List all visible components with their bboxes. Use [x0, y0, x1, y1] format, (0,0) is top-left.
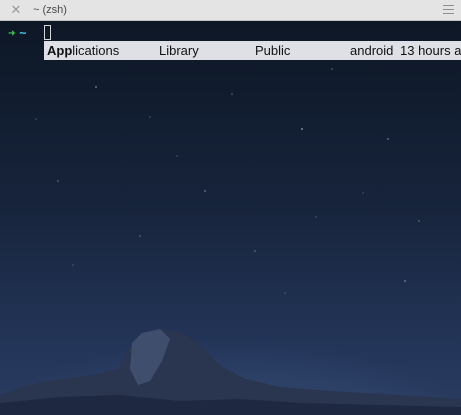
text-cursor: [44, 25, 51, 40]
tab-title[interactable]: ~ (zsh): [33, 4, 67, 17]
completion-trailing-text: 13 hours a: [400, 43, 461, 58]
prompt-directory: ~: [19, 26, 27, 40]
completion-item-public[interactable]: Public: [255, 41, 290, 60]
prompt-arrow-icon: ➜: [8, 26, 16, 40]
close-icon[interactable]: ✕: [9, 4, 23, 17]
terminal-pane[interactable]: ➜ ~ Applications Library Public android 1…: [0, 21, 461, 415]
completion-rest-text: Library: [159, 43, 199, 58]
completion-item-applications[interactable]: Applications: [47, 41, 119, 60]
title-bar: ✕ ~ (zsh): [0, 0, 461, 21]
completion-item-android[interactable]: android: [350, 41, 393, 60]
hamburger-menu-icon[interactable]: [443, 5, 454, 14]
terminal-window: ✕ ~ (zsh) ➜ ~ Applications Library Publi…: [0, 0, 461, 415]
completion-rest-text: lications: [72, 43, 120, 58]
completion-item-library[interactable]: Library: [159, 41, 199, 60]
completion-match-text: App: [47, 43, 73, 58]
completion-rest-text: android: [350, 43, 394, 58]
shell-prompt: ➜ ~: [8, 25, 26, 41]
completion-menu[interactable]: Applications Library Public android 13 h…: [44, 41, 461, 60]
completion-rest-text: Public: [255, 43, 291, 58]
mountain-silhouette: [0, 329, 461, 415]
